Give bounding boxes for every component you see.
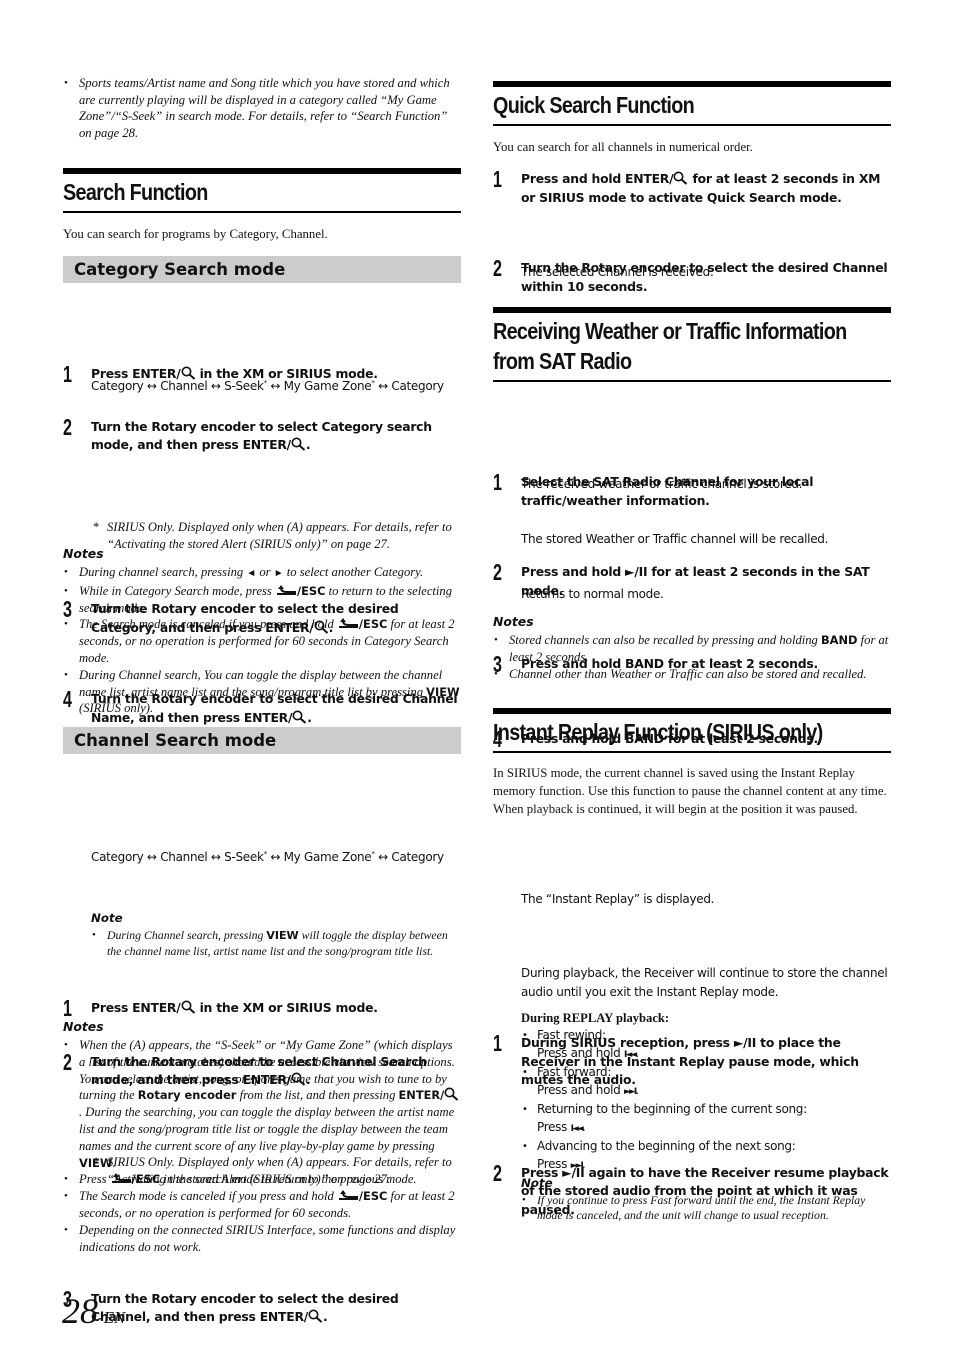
return-arrow-icon [110, 1173, 132, 1185]
list-item: Fast rewind:Press and hold I◄◄. [521, 1027, 891, 1064]
note-item: Channel other than Weather or Traffic ca… [493, 666, 891, 683]
quick-search-heading: Quick Search Function [493, 81, 891, 126]
search-icon [181, 1000, 196, 1015]
channel-notes-list: When the (A) appears, the “S-Seek” or “M… [63, 1037, 461, 1255]
channel-inline-note: During Channel search, pressing VIEW wil… [91, 928, 461, 958]
return-arrow-icon [337, 1190, 359, 1202]
note-item: Press /ESC in the search mode to return … [63, 1171, 461, 1188]
quick-step-1: 1 Press and hold ENTER/ for at least 2 s… [493, 166, 881, 205]
weather-step-3-result: The stored Weather or Traffic channel wi… [521, 532, 829, 546]
search-icon [444, 1087, 459, 1102]
return-arrow-icon [275, 584, 297, 597]
note-item: The Search mode is canceled if you press… [63, 616, 461, 666]
instant-replay-lead: In SIRIUS mode, the current channel is s… [493, 766, 887, 816]
replay-playback-list: Fast rewind:Press and hold I◄◄. Fast for… [493, 1027, 891, 1175]
weather-notes-list: Stored channels can also be recalled by … [493, 632, 891, 682]
note-item: If you continue to press Fast forward un… [521, 1193, 891, 1222]
weather-step-2-result: The received weather or traffic channel … [521, 477, 803, 491]
note-item: While in Category Search mode, press /ES… [63, 583, 461, 617]
channel-step-1: 1 Press ENTER/ in the XM or SIRIUS mode. [63, 995, 378, 1022]
return-arrow-icon [337, 618, 359, 630]
category-cycle: Category ↔ Channel ↔ S-Seek* ↔ My Game Z… [91, 379, 444, 393]
skip-back-icon: I◄◄ [624, 1049, 637, 1060]
search-icon [291, 437, 306, 452]
page-number: 28-EN [62, 1291, 126, 1331]
channel-search-heading: Channel Search mode [63, 727, 461, 754]
note-item: During channel search, pressing ◄ or ► t… [63, 564, 461, 583]
note-item: During Channel search, pressing VIEW wil… [91, 928, 461, 958]
category-notes-heading: Notes [63, 546, 104, 561]
instant-replay-heading: Instant Replay Function (SIRIUS only) [493, 708, 891, 753]
left-column: Sports teams/Artist name and Song title … [63, 0, 461, 1324]
skip-back-icon: I◄◄ [570, 1123, 584, 1134]
step-number: 2 [493, 559, 502, 585]
channel-cycle: Category ↔ Channel ↔ S-Seek* ↔ My Game Z… [91, 850, 444, 864]
replay-note-heading: Note [521, 1176, 553, 1190]
category-notes-list: During channel search, pressing ◄ or ► t… [63, 564, 461, 717]
weather-notes-heading: Notes [493, 614, 534, 629]
note-item: Depending on the connected SIRIUS Interf… [63, 1222, 461, 1256]
search-icon [673, 171, 688, 185]
list-item: Fast forward:Press and hold ►►I. [521, 1064, 891, 1101]
list-item: Returning to the beginning of the curren… [521, 1101, 891, 1138]
step-number: 2 [63, 413, 72, 440]
right-arrow-icon: ► [273, 568, 284, 579]
play-pause-icon: ►/II [625, 564, 648, 579]
skip-forward-icon: ►►I [570, 1160, 584, 1171]
search-function-heading: Search Function [63, 168, 461, 213]
replay-step-1-result: The “Instant Replay” is displayed. [521, 892, 715, 906]
replay-playback-heading: During REPLAY playback: [521, 1011, 670, 1025]
note-item: The Search mode is canceled if you press… [63, 1188, 461, 1222]
replay-note: If you continue to press Fast forward un… [521, 1193, 891, 1222]
quick-search-lead: You can search for all channels in numer… [493, 140, 753, 154]
search-icon [308, 1309, 323, 1323]
left-arrow-icon: ◄ [246, 568, 257, 579]
category-step-2: 2 Turn the Rotary encoder to select Cate… [63, 413, 432, 453]
step-number: 1 [63, 995, 72, 1022]
skip-forward-icon: ►►I [624, 1086, 637, 1097]
list-item: Advancing to the beginning of the next s… [521, 1138, 891, 1175]
intro-note: Sports teams/Artist name and Song title … [63, 75, 461, 141]
note-item: During Channel search, You can toggle th… [63, 667, 461, 717]
channel-inline-note-heading: Note [91, 911, 123, 925]
note-item: Stored channels can also be recalled by … [493, 632, 891, 666]
weather-traffic-heading: Receiving Weather or Traffic Information… [493, 307, 891, 382]
replay-step-2-result: During playback, the Receiver will conti… [521, 966, 888, 999]
right-column: Quick Search Function You can search for… [493, 0, 891, 1222]
channel-notes-heading: Notes [63, 1019, 104, 1034]
search-function-lead: You can search for programs by Category,… [63, 227, 328, 241]
category-search-heading: Category Search mode [63, 256, 461, 283]
step-number: 1 [493, 166, 502, 192]
note-item: When the (A) appears, the “S-Seek” or “M… [63, 1037, 461, 1171]
weather-step-4-result: Returns to normal mode. [521, 587, 664, 601]
quick-step-2-result: The selected Channel is received. [521, 265, 714, 279]
